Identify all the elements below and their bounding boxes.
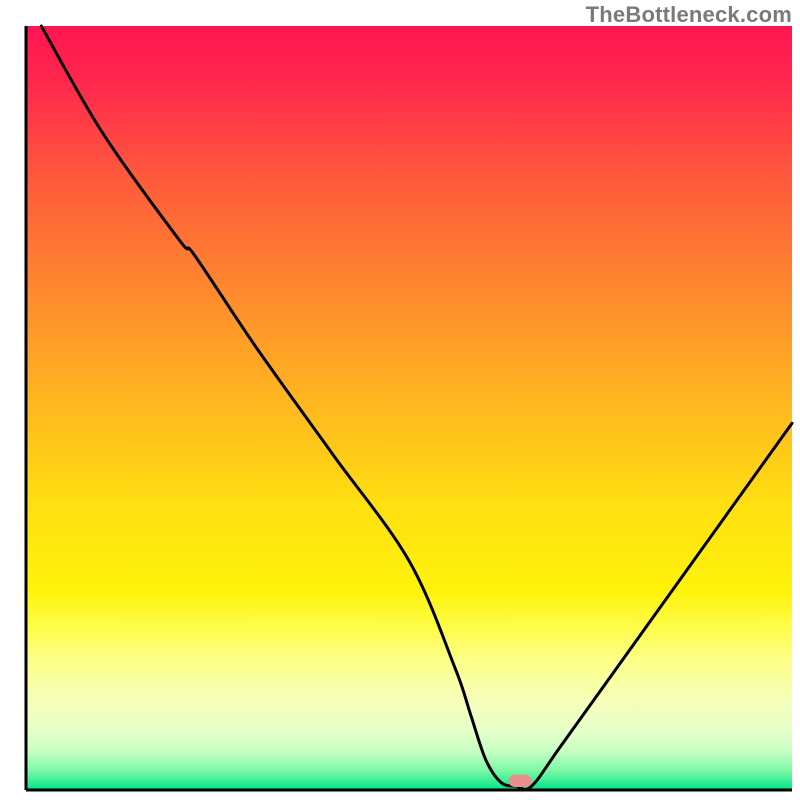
watermark-text: TheBottleneck.com (586, 2, 792, 28)
bottleneck-chart: TheBottleneck.com (0, 0, 800, 800)
plot-background (26, 26, 792, 790)
optimal-marker (509, 775, 532, 787)
chart-svg (0, 0, 800, 800)
